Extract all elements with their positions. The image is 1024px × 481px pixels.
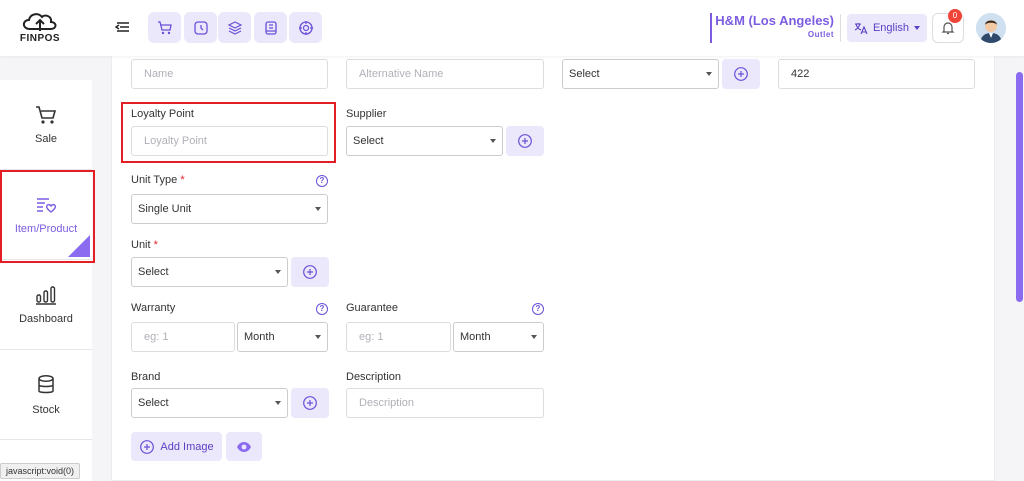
database-icon — [38, 374, 54, 393]
unit-type-label-text: Unit Type — [131, 174, 178, 186]
chevron-down-icon — [275, 401, 281, 405]
user-avatar-icon — [976, 13, 1006, 43]
header-divider — [840, 14, 841, 42]
menu-collapse-icon[interactable] — [113, 18, 131, 36]
target-icon — [298, 20, 313, 35]
chevron-down-icon — [315, 335, 321, 339]
sidebar-item-item-product[interactable]: Item/Product — [0, 170, 92, 260]
unit-type-select-value: Single Unit — [138, 203, 192, 215]
active-indicator — [68, 235, 90, 257]
add-brand-button[interactable] — [291, 388, 329, 418]
clock-icon — [193, 20, 208, 35]
chevron-down-icon — [275, 270, 281, 274]
chevron-down-icon — [490, 139, 496, 143]
code-input[interactable] — [778, 59, 975, 89]
outlet-switcher[interactable]: H&M (Los Angeles) Outlet — [710, 13, 834, 43]
brand-select[interactable]: Select — [131, 388, 288, 418]
required-asterisk: * — [180, 174, 185, 186]
add-image-button[interactable]: Add Image — [131, 432, 222, 461]
finpos-logo[interactable]: FINPOS — [18, 9, 62, 47]
plus-circle-icon — [303, 265, 317, 279]
notifications-count-badge: 0 — [948, 9, 962, 23]
cart-icon — [157, 20, 172, 34]
description-input[interactable] — [346, 388, 544, 418]
category-select-value: Select — [569, 68, 600, 80]
alternative-name-input[interactable] — [346, 59, 544, 89]
add-supplier-button[interactable] — [506, 126, 544, 156]
loyalty-point-label: Loyalty Point — [131, 108, 194, 120]
brand-label: Brand — [131, 371, 161, 383]
translate-icon — [854, 23, 868, 35]
product-list-icon — [37, 197, 57, 213]
browser-status-bar: javascript:void(0) — [0, 463, 81, 479]
user-avatar[interactable] — [976, 13, 1006, 43]
warranty-label: Warranty — [131, 302, 176, 314]
sidebar-item-stock[interactable]: Stock — [0, 350, 92, 440]
unit-select[interactable]: Select — [131, 257, 288, 287]
plus-circle-icon — [518, 134, 532, 148]
chevron-down-icon — [531, 335, 537, 339]
outlet-name: H&M (Los Angeles) — [715, 13, 834, 28]
chevron-down-icon — [914, 26, 921, 30]
guarantee-input[interactable] — [346, 322, 451, 352]
cloud-logo-icon — [22, 13, 57, 31]
unit-type-select[interactable]: Single Unit — [131, 194, 328, 224]
unit-select-value: Select — [138, 266, 169, 278]
sidebar-item-label: Sale — [34, 132, 58, 145]
preview-image-button[interactable] — [226, 432, 262, 461]
guarantee-label: Guarantee — [346, 302, 398, 314]
language-dropdown[interactable]: English — [847, 14, 927, 42]
language-label: English — [872, 22, 910, 34]
chevron-down-icon — [315, 207, 321, 211]
plus-circle-icon — [140, 439, 155, 454]
quick-target-button[interactable] — [289, 12, 322, 43]
quick-book-button[interactable] — [254, 12, 287, 43]
sidebar-item-dashboard[interactable]: Dashboard — [0, 260, 92, 350]
supplier-select-value: Select — [353, 135, 384, 147]
sidebar-item-label: Item/Product — [14, 222, 78, 235]
warranty-input[interactable] — [131, 322, 235, 352]
sidebar-item-sale[interactable]: Sale — [0, 80, 92, 170]
quick-history-button[interactable] — [184, 12, 217, 43]
quick-pos-button[interactable] — [148, 12, 181, 43]
loyalty-point-input[interactable] — [131, 126, 328, 156]
plus-circle-icon — [303, 396, 317, 410]
supplier-label: Supplier — [346, 108, 387, 120]
logo-text: FINPOS — [19, 33, 61, 44]
top-bar: FINPOS H&M (Los Angeles) Outlet English … — [0, 0, 1024, 56]
brand-select-value: Select — [138, 397, 169, 409]
warranty-period-value: Month — [244, 331, 275, 343]
unit-label: Unit * — [131, 239, 158, 251]
plus-circle-icon — [734, 67, 748, 81]
guarantee-period-value: Month — [460, 331, 491, 343]
guarantee-period-select[interactable]: Month — [453, 322, 544, 352]
cart-icon — [36, 105, 57, 124]
book-icon — [264, 20, 277, 35]
warranty-help-icon[interactable]: ? — [316, 303, 328, 315]
supplier-select[interactable]: Select — [346, 126, 503, 156]
layers-icon — [227, 20, 242, 35]
sidebar-item-label: Stock — [32, 403, 60, 416]
unit-type-help-icon[interactable]: ? — [316, 175, 328, 187]
add-image-label: Add Image — [160, 440, 214, 453]
warranty-period-select[interactable]: Month — [237, 322, 328, 352]
sidebar-item-label: Dashboard — [19, 312, 73, 325]
sidebar: Sale Item/Product Dashboard Stock — [0, 80, 92, 481]
bar-chart-icon — [36, 285, 56, 305]
guarantee-help-icon[interactable]: ? — [532, 303, 544, 315]
required-asterisk: * — [153, 239, 158, 251]
name-input[interactable] — [131, 59, 328, 89]
chevron-down-icon — [706, 72, 712, 76]
description-label: Description — [346, 371, 402, 383]
add-category-button[interactable] — [722, 59, 760, 89]
eye-icon — [237, 441, 251, 452]
unit-type-label: Unit Type * — [131, 174, 185, 186]
page-scrollbar[interactable] — [1016, 72, 1023, 302]
category-select[interactable]: Select — [562, 59, 719, 89]
quick-layers-button[interactable] — [218, 12, 251, 43]
unit-label-text: Unit — [131, 239, 151, 251]
add-unit-button[interactable] — [291, 257, 329, 287]
outlet-type: Outlet — [807, 30, 834, 39]
